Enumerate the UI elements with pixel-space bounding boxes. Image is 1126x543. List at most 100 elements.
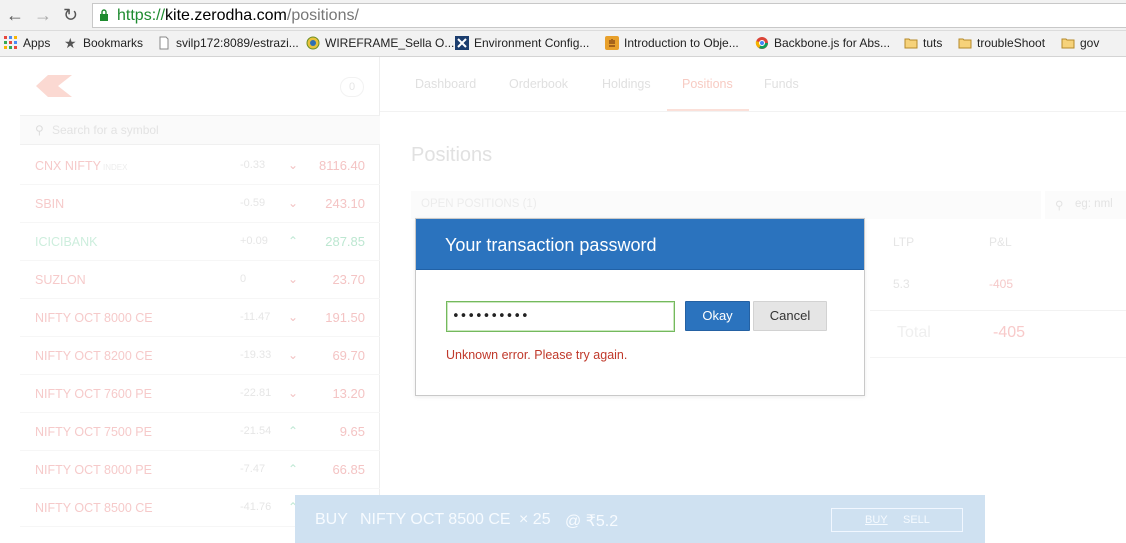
bookmark-label: Introduction to Obje... <box>624 36 739 50</box>
price-value: 13.20 <box>332 386 365 401</box>
open-positions-header[interactable]: OPEN POSITIONS (1) <box>411 191 1041 219</box>
bookmark-tuts[interactable]: tuts <box>904 36 942 50</box>
bookmark-label: WIREFRAME_Sella O... <box>325 36 455 50</box>
bookmark-backbone[interactable]: Backbone.js for Abs... <box>755 36 890 50</box>
order-instrument: NIFTY OCT 8500 CE <box>360 511 511 528</box>
total-value: -405 <box>993 324 1026 341</box>
url-scheme: https:// <box>117 7 166 24</box>
notification-badge[interactable]: 0 <box>340 77 364 97</box>
watchlist-row[interactable]: CNX NIFTY INDEX -0.33 ⌄ 8116.40 <box>20 147 380 185</box>
bookmark-wireframe[interactable]: WIREFRAME_Sella O... <box>306 36 454 50</box>
change-value: -0.59 <box>240 197 266 209</box>
sidebar: 0 ⚲ Search for a symbol CNX NIFTY INDEX -… <box>20 57 380 543</box>
watchlist-row[interactable]: NIFTY OCT 8000 CE -11.47 ⌄ 191.50 <box>20 299 380 337</box>
star-icon: ★ <box>64 35 77 51</box>
price-value: 66.85 <box>332 462 365 477</box>
tab-orderbook[interactable]: Orderbook <box>509 77 568 91</box>
nav-divider <box>380 111 1126 112</box>
lock-icon <box>100 9 108 21</box>
position-ltp: 5.3 <box>893 277 910 291</box>
back-arrow-icon[interactable]: ← <box>6 6 24 24</box>
bookmark-label: Apps <box>23 36 51 50</box>
price-value: 287.85 <box>325 234 365 249</box>
position-pnl: -405 <box>989 277 1014 291</box>
bookmarks-bar: Apps ★ Bookmarks svilp172:8089/estrazi..… <box>0 31 1126 57</box>
bookmark-environment[interactable]: Environment Config... <box>455 36 589 50</box>
watchlist-row[interactable]: SBIN -0.59 ⌄ 243.10 <box>20 185 380 223</box>
watchlist-row[interactable]: NIFTY OCT 7600 PE -22.81 ⌄ 13.20 <box>20 375 380 413</box>
bookmark-apps[interactable]: Apps <box>4 36 50 50</box>
symbol-name: NIFTY OCT 7500 PE <box>35 425 152 439</box>
forward-arrow-icon[interactable]: → <box>34 6 52 24</box>
chevron-up-icon: ⌃ <box>288 424 299 438</box>
open-positions-label: OPEN POSITIONS (1) <box>421 198 537 210</box>
page-title: Positions <box>411 144 493 166</box>
tab-holdings[interactable]: Holdings <box>602 77 651 91</box>
watchlist-row[interactable]: SUZLON 0 ⌄ 23.70 <box>20 261 380 299</box>
kite-logo-icon[interactable] <box>36 75 72 97</box>
tab-positions[interactable]: Positions <box>682 77 733 91</box>
sell-toggle[interactable]: SELL <box>903 514 930 526</box>
bookmark-gov[interactable]: gov <box>1061 36 1099 50</box>
change-value: -19.33 <box>240 349 272 361</box>
url-host: kite.zerodha.com <box>165 7 287 24</box>
address-bar[interactable]: https://kite.zerodha.com/positions/ <box>92 3 1126 28</box>
symbol-name: SUZLON <box>35 273 86 287</box>
transaction-password-input[interactable]: •••••••••• <box>446 301 675 332</box>
cancel-button[interactable]: Cancel <box>753 301 827 331</box>
java-icon <box>605 36 619 50</box>
bookmark-svilp[interactable]: svilp172:8089/estrazi... <box>157 36 299 50</box>
bookmark-label: gov <box>1080 36 1100 50</box>
symbol-name: NIFTY OCT 8200 CE <box>35 349 153 363</box>
watchlist-row[interactable]: NIFTY OCT 8200 CE -19.33 ⌄ 69.70 <box>20 337 380 375</box>
symbol-name: NIFTY OCT 8000 CE <box>35 311 153 325</box>
column-header-ltp: LTP <box>893 235 915 249</box>
divider <box>870 357 1126 358</box>
chrome-icon <box>755 37 768 49</box>
order-quantity: × 25 <box>519 511 551 528</box>
total-label: Total <box>897 324 931 341</box>
bookmark-bookmarks[interactable]: ★ Bookmarks <box>64 36 143 50</box>
buy-sell-toggle[interactable]: BUY SELL <box>831 508 963 532</box>
price-value: 9.65 <box>339 424 365 439</box>
order-ticket-bar[interactable]: BUY NIFTY OCT 8500 CE × 25 @ ₹5.2 BUY SE… <box>295 495 985 543</box>
bookmark-troubleshoot[interactable]: troubleShoot <box>958 36 1045 50</box>
chevron-down-icon: ⌄ <box>288 196 299 210</box>
bookmark-label: tuts <box>923 36 943 50</box>
folder-icon <box>958 38 972 49</box>
watchlist-row[interactable]: ICICIBANK +0.09 ⌃ 287.85 <box>20 223 380 261</box>
dialog-header: Your transaction password <box>416 219 864 270</box>
order-side: BUY <box>315 511 348 528</box>
watchlist: CNX NIFTY INDEX -0.33 ⌄ 8116.40 SBIN -0.5… <box>20 147 380 527</box>
tab-dashboard[interactable]: Dashboard <box>415 77 476 91</box>
watchlist-row[interactable]: NIFTY OCT 7500 PE -21.54 ⌃ 9.65 <box>20 413 380 451</box>
symbol-search[interactable]: ⚲ Search for a symbol <box>20 115 380 145</box>
price-value: 23.70 <box>332 272 365 287</box>
bookmark-label: Environment Config... <box>474 36 590 50</box>
search-placeholder: Search for a symbol <box>52 123 159 137</box>
bookmark-intro[interactable]: Introduction to Obje... <box>605 36 739 50</box>
chevron-down-icon: ⌄ <box>288 310 299 324</box>
buy-toggle[interactable]: BUY <box>865 514 888 526</box>
divider <box>870 310 1126 311</box>
symbol-name: SBIN <box>35 197 65 211</box>
watchlist-row[interactable]: NIFTY OCT 8000 PE -7.47 ⌃ 66.85 <box>20 451 380 489</box>
column-header-pnl: P&L <box>989 235 1012 249</box>
folder-icon <box>904 38 918 49</box>
page-icon <box>159 36 169 50</box>
change-value: -41.76 <box>240 501 272 513</box>
change-value: -22.81 <box>240 387 272 399</box>
change-value: -0.33 <box>240 159 266 171</box>
error-message: Unknown error. Please try again. <box>446 348 628 362</box>
bookmark-label: Bookmarks <box>83 36 144 50</box>
change-value: -7.47 <box>240 463 266 475</box>
change-value: -21.54 <box>240 425 272 437</box>
positions-filter-input[interactable]: ⚲ eg: nml <box>1045 191 1126 219</box>
change-value: +0.09 <box>240 235 268 247</box>
tab-funds[interactable]: Funds <box>764 77 799 91</box>
filter-placeholder: eg: nml <box>1075 198 1113 210</box>
symbol-name: CNX NIFTY INDEX <box>35 159 128 173</box>
reload-icon[interactable]: ↻ <box>63 6 78 24</box>
chevron-down-icon: ⌄ <box>288 348 299 362</box>
okay-button[interactable]: Okay <box>685 301 750 331</box>
